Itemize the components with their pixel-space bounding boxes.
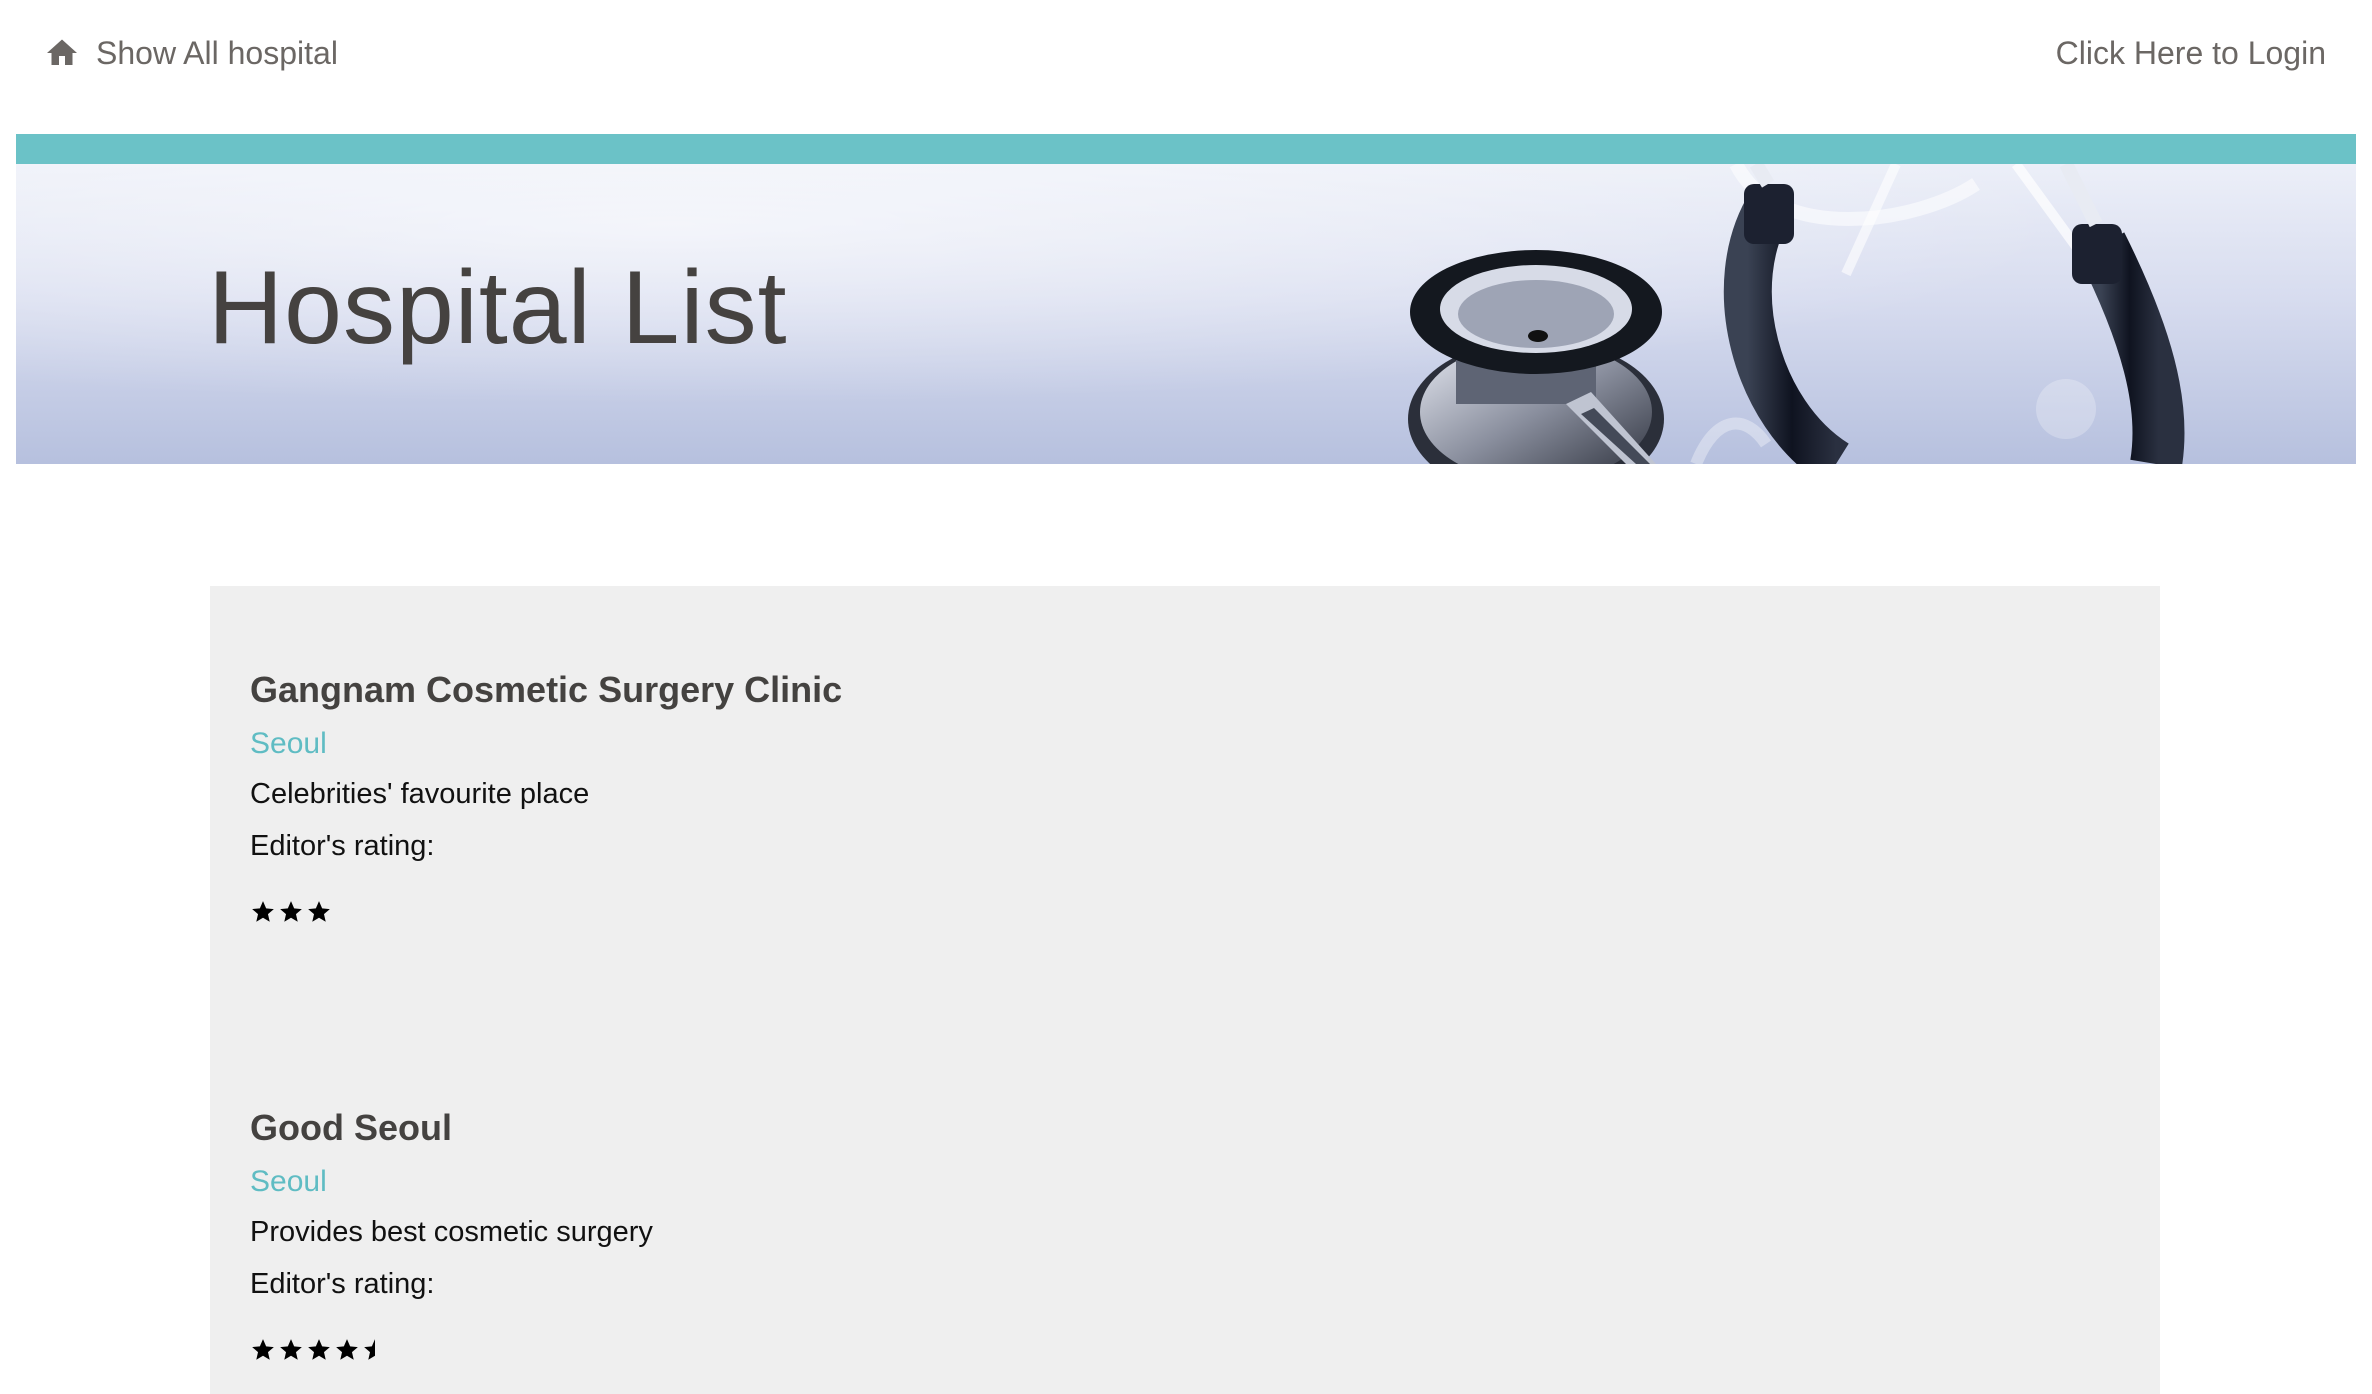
star-icon [280,1339,302,1360]
star-icon [280,901,302,922]
hospital-list-panel: Gangnam Cosmetic Surgery Clinic Seoul Ce… [210,586,2160,1394]
star-rating [250,892,1150,932]
star-half-icon [364,1339,375,1360]
top-nav: Show All hospital Click Here to Login [0,0,2372,104]
show-all-hospital-link[interactable]: Show All hospital [44,30,338,76]
hospital-description: Celebrities' favourite place [250,778,590,810]
star-icon [252,1339,274,1360]
login-link[interactable]: Click Here to Login [2056,30,2326,76]
hospital-name-link[interactable]: Good Seoul [250,1102,1150,1154]
page: Show All hospital Click Here to Login Ho… [0,0,2372,1394]
hero-banner: Hospital List [16,164,2356,464]
hospital-card: Gangnam Cosmetic Surgery Clinic Seoul Ce… [250,664,1150,932]
star-icon [252,901,274,922]
rating-label: Editor's rating: [250,1268,435,1300]
star-rating [250,1330,1150,1370]
show-all-hospital-label: Show All hospital [96,34,338,71]
star-icon [308,1339,330,1360]
hospital-city-link[interactable]: Seoul [250,1158,1150,1206]
page-title: Hospital List [208,250,788,366]
rating-label: Editor's rating: [250,830,435,862]
star-icon [308,901,330,922]
accent-strip [16,134,2356,164]
hospital-city-link[interactable]: Seoul [250,720,1150,768]
hospital-name-link[interactable]: Gangnam Cosmetic Surgery Clinic [250,664,1150,716]
hospital-card: Good Seoul Seoul Provides best cosmetic … [250,1102,1150,1370]
star-icon [336,1339,358,1360]
home-icon [44,35,80,71]
hospital-description: Provides best cosmetic surgery [250,1216,653,1248]
login-label: Click Here to Login [2055,34,2326,71]
